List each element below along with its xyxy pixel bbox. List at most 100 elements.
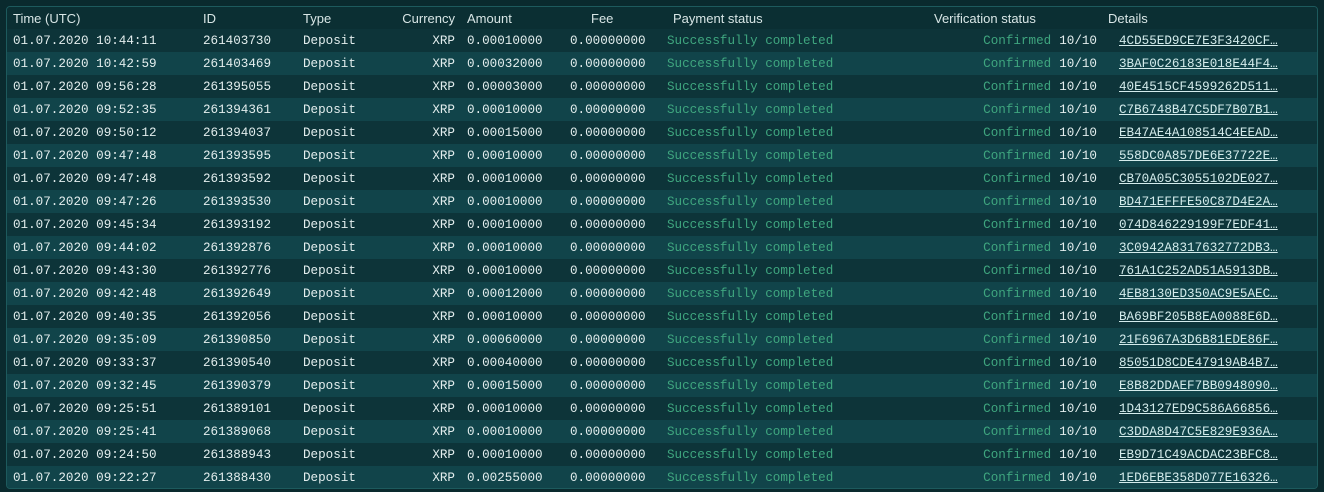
table-row[interactable]: 01.07.2020 09:25:51 261389101 Deposit XRP 0.… [7,397,1317,420]
verification-label: Confirmed [983,79,1052,94]
details-hash-link[interactable]: C3DDA8D47C5E829E936A… [1119,425,1278,439]
cell-time: 01.07.2020 09:25:51 [13,401,157,416]
details-hash-link[interactable]: 761A1C252AD51A5913DB… [1119,264,1278,278]
details-hash-link[interactable]: 40E4515CF4599262D511… [1119,80,1278,94]
cell-verification-status: Confirmed 10/10 [917,29,1097,52]
details-hash-link[interactable]: 4CD55ED9CE7E3F3420CF… [1119,34,1278,48]
cell-currency: XRP [432,56,455,71]
table-row[interactable]: 01.07.2020 09:42:48 261392649 Deposit XRP 0.… [7,282,1317,305]
cell-type: Deposit [303,102,356,117]
cell-amount: 0.00010000 [467,171,543,186]
table-row[interactable]: 01.07.2020 09:24:50 261388943 Deposit XRP 0.… [7,443,1317,466]
cell-time: 01.07.2020 09:47:48 [13,171,157,186]
column-header-details[interactable]: Details [1097,7,1317,29]
cell-amount: 0.00010000 [467,33,543,48]
column-header-id[interactable]: ID [203,7,303,29]
details-hash-link[interactable]: BD471EFFFE50C87D4E2A… [1119,195,1278,209]
details-hash-link[interactable]: 3BAF0C26183E018E44F4… [1119,57,1278,71]
column-header-payment-status[interactable]: Payment status [667,7,917,29]
cell-verification-status: Confirmed 10/10 [917,305,1097,328]
details-hash-link[interactable]: EB9D71C49ACDAC23BFC8… [1119,448,1278,462]
verification-label: Confirmed [983,148,1052,163]
cell-payment-status: Successfully completed [667,33,834,48]
table-row[interactable]: 01.07.2020 09:47:48 261393595 Deposit XRP 0.… [7,144,1317,167]
confirmations-count: 10/10 [1059,194,1097,209]
table-row[interactable]: 01.07.2020 09:33:37 261390540 Deposit XRP 0.… [7,351,1317,374]
column-header-currency[interactable]: Currency [383,7,461,29]
verification-label: Confirmed [983,424,1052,439]
table-row[interactable]: 01.07.2020 09:52:35 261394361 Deposit XRP 0.… [7,98,1317,121]
column-header-type[interactable]: Type [303,7,383,29]
table-body: 01.07.2020 10:44:11 261403730 Deposit XRP 0.… [7,29,1317,488]
details-hash-link[interactable]: 3C0942A8317632772DB3… [1119,241,1278,255]
details-hash-link[interactable]: CB70A05C3055102DE027… [1119,172,1278,186]
table-row[interactable]: 01.07.2020 09:47:48 261393592 Deposit XRP 0.… [7,167,1317,190]
cell-payment-status: Successfully completed [667,447,834,462]
cell-details: C3DDA8D47C5E829E936A… [1097,420,1317,443]
cell-fee: 0.00000000 [570,217,646,232]
table-row[interactable]: 01.07.2020 10:42:59 261403469 Deposit XRP 0.… [7,52,1317,75]
cell-time: 01.07.2020 09:32:45 [13,378,157,393]
table-row[interactable]: 01.07.2020 09:32:45 261390379 Deposit XRP 0.… [7,374,1317,397]
verification-label: Confirmed [983,378,1052,393]
confirmations-count: 10/10 [1059,263,1097,278]
cell-amount: 0.00010000 [467,401,543,416]
confirmations-count: 10/10 [1059,217,1097,232]
column-header-verification-status[interactable]: Verification status [917,7,1097,29]
details-hash-link[interactable]: 1D43127ED9C586A66856… [1119,402,1278,416]
cell-verification-status: Confirmed 10/10 [917,144,1097,167]
cell-verification-status: Confirmed 10/10 [917,420,1097,443]
cell-amount: 0.00015000 [467,378,543,393]
cell-time: 01.07.2020 09:42:48 [13,286,157,301]
cell-type: Deposit [303,470,356,485]
cell-type: Deposit [303,355,356,370]
cell-amount: 0.00060000 [467,332,543,347]
cell-details: CB70A05C3055102DE027… [1097,167,1317,190]
cell-fee: 0.00000000 [570,447,646,462]
table-row[interactable]: 01.07.2020 09:50:12 261394037 Deposit XRP 0.… [7,121,1317,144]
cell-type: Deposit [303,332,356,347]
cell-id: 261393192 [203,217,272,232]
details-hash-link[interactable]: 1ED6EBE358D077E16326… [1119,471,1278,485]
cell-fee: 0.00000000 [570,56,646,71]
confirmations-count: 10/10 [1059,355,1097,370]
table-row[interactable]: 01.07.2020 09:56:28 261395055 Deposit XRP 0.… [7,75,1317,98]
table-row[interactable]: 01.07.2020 09:44:02 261392876 Deposit XRP 0.… [7,236,1317,259]
column-header-time[interactable]: Time (UTC) [7,7,203,29]
table-row[interactable]: 01.07.2020 09:40:35 261392056 Deposit XRP 0.… [7,305,1317,328]
cell-verification-status: Confirmed 10/10 [917,259,1097,282]
verification-label: Confirmed [983,125,1052,140]
details-hash-link[interactable]: 558DC0A857DE6E37722E… [1119,149,1278,163]
details-hash-link[interactable]: BA69BF205B8EA0088E6D… [1119,310,1278,324]
cell-currency: XRP [432,194,455,209]
cell-type: Deposit [303,125,356,140]
cell-details: EB47AE4A108514C4EEAD… [1097,121,1317,144]
details-hash-link[interactable]: C7B6748B47C5DF7B07B1… [1119,103,1278,117]
cell-amount: 0.00010000 [467,263,543,278]
table-row[interactable]: 01.07.2020 10:44:11 261403730 Deposit XRP 0.… [7,29,1317,52]
table-row[interactable]: 01.07.2020 09:47:26 261393530 Deposit XRP 0.… [7,190,1317,213]
details-hash-link[interactable]: E8B82DDAEF7BB0948090… [1119,379,1278,393]
cell-payment-status: Successfully completed [667,171,834,186]
table-row[interactable]: 01.07.2020 09:45:34 261393192 Deposit XRP 0.… [7,213,1317,236]
confirmations-count: 10/10 [1059,56,1097,71]
confirmations-count: 10/10 [1059,309,1097,324]
cell-payment-status: Successfully completed [667,378,834,393]
table-row[interactable]: 01.07.2020 09:43:30 261392776 Deposit XRP 0.… [7,259,1317,282]
details-hash-link[interactable]: 85051D8CDE47919AB4B7… [1119,356,1278,370]
details-hash-link[interactable]: 21F6967A3D6B81EDE86F… [1119,333,1278,347]
details-hash-link[interactable]: EB47AE4A108514C4EEAD… [1119,126,1278,140]
column-header-fee[interactable]: Fee [567,7,667,29]
cell-fee: 0.00000000 [570,355,646,370]
cell-verification-status: Confirmed 10/10 [917,282,1097,305]
cell-type: Deposit [303,286,356,301]
table-row[interactable]: 01.07.2020 09:25:41 261389068 Deposit XRP 0.… [7,420,1317,443]
details-hash-link[interactable]: 074D846229199F7EDF41… [1119,218,1278,232]
details-hash-link[interactable]: 4EB8130ED350AC9E5AEC… [1119,287,1278,301]
cell-type: Deposit [303,263,356,278]
table-row[interactable]: 01.07.2020 09:22:27 261388430 Deposit XRP 0.… [7,466,1317,488]
column-header-amount[interactable]: Amount [461,7,567,29]
cell-id: 261403469 [203,56,272,71]
verification-label: Confirmed [983,447,1052,462]
table-row[interactable]: 01.07.2020 09:35:09 261390850 Deposit XRP 0.… [7,328,1317,351]
